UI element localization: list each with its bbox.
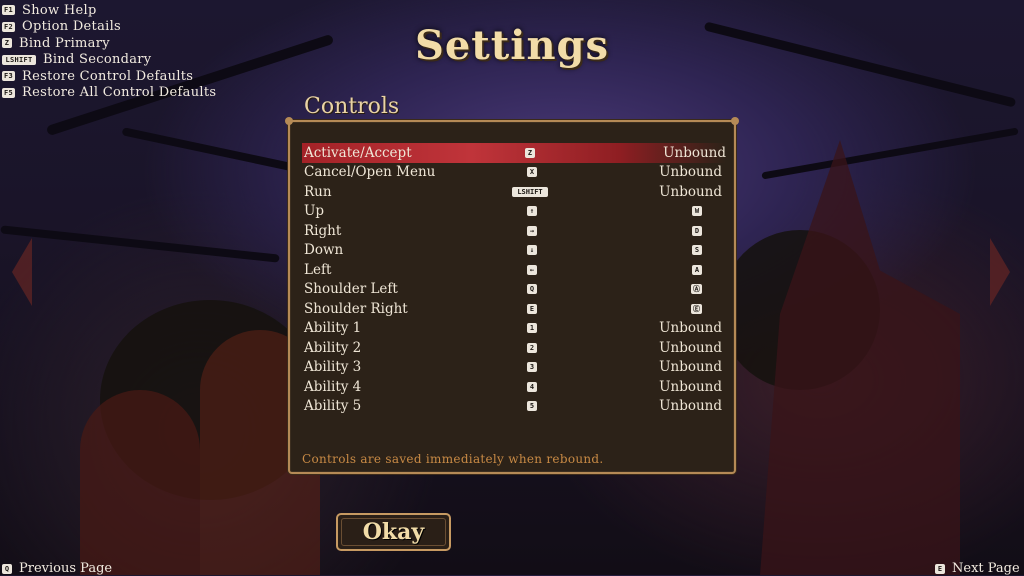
page-title: Settings	[414, 22, 610, 69]
f3-key-icon: F3	[2, 71, 16, 82]
control-name: Ability 1	[304, 320, 362, 337]
control-row-cancel[interactable]: Cancel/Open Menu X Unbound	[304, 163, 722, 183]
control-name: Left	[304, 261, 332, 278]
help-label: Restore All Control Defaults	[22, 85, 217, 101]
primary-key-icon[interactable]: 2	[527, 342, 537, 353]
control-row-down[interactable]: Down ↓ S	[304, 241, 722, 261]
section-title: Controls	[304, 94, 400, 119]
controls-panel: Activate/Accept Z Unbound Cancel/Open Me…	[285, 117, 739, 474]
control-row-ability-3[interactable]: Ability 3 3 Unbound	[304, 358, 722, 378]
control-name: Ability 5	[304, 398, 362, 415]
secondary-key-icon[interactable]: D	[692, 225, 702, 236]
secondary-binding[interactable]: Unbound	[632, 184, 722, 200]
control-name: Ability 2	[304, 339, 362, 356]
secondary-key-icon[interactable]: A	[692, 264, 702, 275]
primary-key-icon[interactable]: 3	[527, 362, 537, 373]
control-name: Up	[304, 203, 325, 220]
control-row-right[interactable]: Right → D	[304, 221, 722, 241]
previous-page-label: Previous Page	[19, 561, 113, 576]
f5-key-icon: F5	[2, 87, 16, 98]
help-item[interactable]: F5 Restore All Control Defaults	[2, 85, 216, 102]
help-label: Restore Control Defaults	[22, 68, 194, 84]
arrow-left-key-icon[interactable]: ←	[527, 264, 537, 275]
control-row-shoulder-right[interactable]: Shoulder Right E Ⓔ	[304, 299, 722, 319]
secondary-binding[interactable]: Unbound	[632, 320, 722, 336]
primary-key-icon[interactable]: Z	[525, 147, 535, 158]
primary-key-icon[interactable]: 5	[527, 401, 537, 412]
control-row-up[interactable]: Up ↑ W	[304, 202, 722, 222]
control-row-ability-2[interactable]: Ability 2 2 Unbound	[304, 338, 722, 358]
secondary-binding[interactable]: Unbound	[632, 359, 722, 375]
control-row-ability-5[interactable]: Ability 5 5 Unbound	[304, 397, 722, 417]
next-page-nav[interactable]: E Next Page	[935, 561, 1020, 576]
save-note: Controls are saved immediately when rebo…	[302, 452, 604, 466]
secondary-key-icon[interactable]: S	[692, 245, 702, 256]
control-name: Down	[304, 242, 344, 259]
control-row-run[interactable]: Run LSHIFT Unbound	[304, 182, 722, 202]
right-arrow-icon	[990, 238, 1010, 306]
next-page-label: Next Page	[952, 561, 1020, 576]
secondary-binding[interactable]: Unbound	[632, 379, 722, 395]
control-name: Run	[304, 183, 332, 200]
help-label: Show Help	[22, 2, 97, 18]
e-key-icon: E	[935, 563, 945, 574]
primary-key-icon[interactable]: X	[527, 167, 537, 178]
primary-key-icon[interactable]: 4	[527, 381, 537, 392]
secondary-key-icon[interactable]: W	[692, 206, 702, 217]
secondary-key-icon[interactable]: Ⓐ	[691, 284, 702, 295]
left-arrow-icon	[12, 238, 32, 306]
secondary-key-icon[interactable]: Ⓔ	[691, 303, 702, 314]
control-row-ability-4[interactable]: Ability 4 4 Unbound	[304, 377, 722, 397]
primary-key-icon[interactable]: LSHIFT	[512, 186, 548, 197]
arrow-right-key-icon[interactable]: →	[527, 225, 537, 236]
control-name: Cancel/Open Menu	[304, 164, 436, 181]
secondary-binding[interactable]: Unbound	[632, 398, 722, 414]
help-item[interactable]: F1 Show Help	[2, 2, 216, 19]
secondary-binding[interactable]: Unbound	[636, 145, 726, 161]
control-name: Shoulder Right	[304, 300, 408, 317]
help-item[interactable]: F3 Restore Control Defaults	[2, 68, 216, 85]
control-row-ability-1[interactable]: Ability 1 1 Unbound	[304, 319, 722, 339]
secondary-binding[interactable]: Unbound	[632, 340, 722, 356]
control-row-activate-accept[interactable]: Activate/Accept Z Unbound	[302, 143, 726, 163]
control-name: Activate/Accept	[304, 144, 412, 161]
control-name: Right	[304, 222, 342, 239]
control-name: Shoulder Left	[304, 281, 398, 298]
previous-page-nav[interactable]: Q Previous Page	[2, 561, 112, 576]
control-row-shoulder-left[interactable]: Shoulder Left Q Ⓐ	[304, 280, 722, 300]
q-key-icon: Q	[2, 563, 12, 574]
primary-key-icon[interactable]: E	[527, 303, 537, 314]
secondary-binding[interactable]: Unbound	[632, 164, 722, 180]
f1-key-icon: F1	[2, 5, 16, 16]
control-row-left[interactable]: Left ← A	[304, 260, 722, 280]
primary-key-icon[interactable]: 1	[527, 323, 537, 334]
arrow-up-key-icon[interactable]: ↑	[527, 206, 537, 217]
control-name: Ability 3	[304, 359, 362, 376]
arrow-down-key-icon[interactable]: ↓	[527, 245, 537, 256]
primary-key-icon[interactable]: Q	[527, 284, 537, 295]
okay-button[interactable]: Okay	[336, 513, 451, 551]
control-name: Ability 4	[304, 378, 362, 395]
